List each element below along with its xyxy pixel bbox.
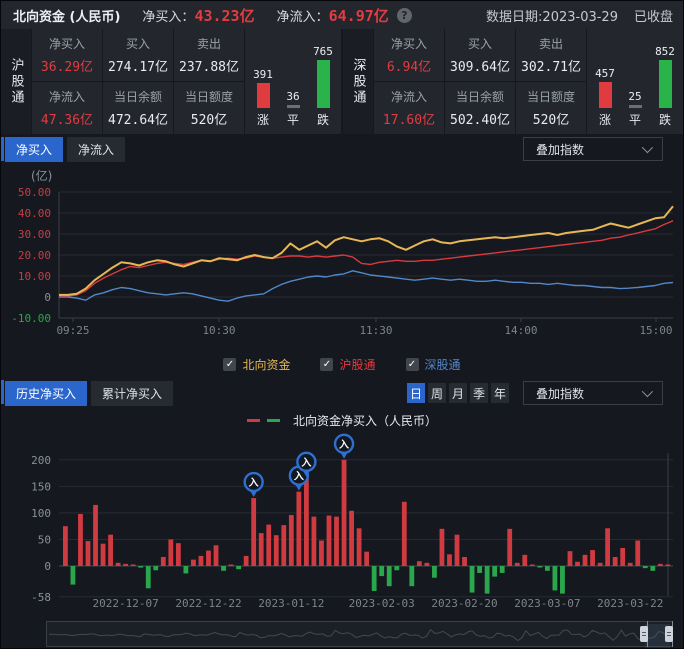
svg-text:2023-02-03: 2023-02-03 (349, 597, 415, 610)
tab-net-inflow[interactable]: 净流入 (67, 137, 125, 162)
intraday-line-chart[interactable]: (亿) 50.00 40.00 30.00 20.00 10.00 0 -10.00 09:25… (1, 164, 683, 351)
chevron-down-icon (642, 142, 653, 153)
legend-shanghai-connect[interactable]: ✓沪股通 (320, 356, 375, 373)
stat-cell: 当日额度520亿 (174, 82, 244, 134)
period-month-button[interactable]: 月 (449, 383, 467, 403)
advance-decline-bars: 391涨 36平 765跌 (245, 29, 341, 134)
down-bar: 765跌 (311, 45, 335, 128)
svg-text:11:30: 11:30 (359, 324, 392, 337)
panel-shanghai-label: 沪股通 (1, 29, 31, 134)
help-icon[interactable]: ? (397, 8, 412, 23)
legend-shenzhen-connect[interactable]: ✓深股通 (406, 356, 461, 373)
svg-text:入: 入 (301, 457, 311, 469)
navigator-track[interactable] (46, 621, 673, 647)
svg-text:100: 100 (31, 507, 51, 520)
up-bar: 391涨 (251, 68, 275, 128)
checkbox-checked-icon[interactable]: ✓ (223, 358, 236, 371)
red-dash-icon (247, 419, 260, 422)
svg-text:2023-02-20: 2023-02-20 (431, 597, 497, 610)
net-inflow-summary: 净流入：64.97亿 (277, 5, 389, 26)
stat-cell: 净买入36.29亿 (32, 29, 102, 81)
stat-cell: 净流入47.36亿 (32, 82, 102, 134)
tab-cumulative-net-buy[interactable]: 累计净买入 (91, 381, 173, 406)
stat-cell: 当日余额472.64亿 (103, 82, 173, 134)
accent-bar (1, 137, 4, 161)
svg-text:2023-03-07: 2023-03-07 (514, 597, 580, 610)
tab-history-net-buy[interactable]: 历史净买入 (5, 381, 87, 406)
stat-cell: 买入274.17亿 (103, 29, 173, 81)
top-bar: 北向资金 (人民币) 净买入：43.23亿 净流入：64.97亿 ? 数据日期:… (1, 1, 683, 29)
page-title: 北向资金 (人民币) (13, 6, 120, 25)
panel-shenzhen-label: 深股通 (343, 29, 373, 134)
stat-cell: 当日余额502.40亿 (445, 82, 515, 134)
svg-text:150: 150 (31, 480, 51, 493)
history-tab-row: 历史净买入 累计净买入 日 周 月 季 年 叠加指数 (1, 377, 683, 409)
net-buy-summary: 净买入：43.23亿 (142, 5, 254, 26)
svg-text:0: 0 (44, 560, 51, 573)
market-status: 已收盘 (634, 6, 673, 25)
svg-text:40.00: 40.00 (18, 207, 51, 220)
navigator-right-handle[interactable] (665, 626, 673, 642)
net-buy-value: 43.23亿 (194, 7, 254, 25)
checkbox-checked-icon[interactable]: ✓ (320, 358, 333, 371)
chevron-down-icon (642, 386, 653, 397)
flat-bar: 25平 (623, 90, 647, 128)
svg-text:09:25: 09:25 (56, 324, 89, 337)
connect-panels: 沪股通 净买入36.29亿 买入274.17亿 卖出237.88亿 净流入47.… (1, 29, 683, 134)
svg-text:入: 入 (294, 471, 304, 483)
flat-bar: 36平 (281, 90, 305, 128)
svg-text:2022-12-22: 2022-12-22 (175, 597, 241, 610)
svg-text:入: 入 (339, 439, 349, 451)
history-bar-chart[interactable]: 200 150 100 50 0 -58 2022-12-07 2022-12-22 2023-… (1, 431, 683, 619)
panel-shenzhen-connect: 深股通 净买入6.94亿 买入309.64亿 卖出302.71亿 净流入17.6… (343, 29, 683, 134)
down-bar: 852跌 (653, 45, 677, 128)
northbound-funds-app: 北向资金 (人民币) 净买入：43.23亿 净流入：64.97亿 ? 数据日期:… (0, 0, 684, 649)
stat-cell: 净买入6.94亿 (374, 29, 444, 81)
svg-text:2023-03-22: 2023-03-22 (597, 597, 663, 610)
svg-text:14:00: 14:00 (504, 324, 537, 337)
tab-net-buy[interactable]: 净买入 (5, 137, 63, 162)
history-legend: 北向资金净买入（人民币） (1, 409, 683, 431)
green-dash-icon (267, 419, 280, 422)
date-range-navigator (1, 619, 683, 649)
svg-text:30.00: 30.00 (18, 228, 51, 241)
svg-text:10:30: 10:30 (202, 324, 235, 337)
svg-text:200: 200 (31, 454, 51, 467)
overlay-index-dropdown[interactable]: 叠加指数 (523, 381, 663, 405)
svg-text:入: 入 (249, 477, 259, 489)
navigator-left-handle[interactable] (640, 626, 648, 642)
period-week-button[interactable]: 周 (428, 383, 446, 403)
period-year-button[interactable]: 年 (491, 383, 509, 403)
legend-north-funds[interactable]: ✓北向资金 (223, 356, 290, 373)
stat-cell: 卖出302.71亿 (516, 29, 586, 81)
svg-text:-58: -58 (31, 591, 51, 604)
overlay-index-dropdown[interactable]: 叠加指数 (523, 137, 663, 161)
svg-text:50: 50 (38, 533, 51, 546)
checkbox-checked-icon[interactable]: ✓ (406, 358, 419, 371)
stat-cell: 当日额度520亿 (516, 82, 586, 134)
svg-text:10.00: 10.00 (18, 270, 51, 283)
up-bar: 457涨 (593, 67, 617, 128)
svg-text:20.00: 20.00 (18, 249, 51, 262)
advance-decline-bars: 457涨 25平 852跌 (587, 29, 683, 134)
period-quarter-button[interactable]: 季 (470, 383, 488, 403)
net-inflow-value: 64.97亿 (329, 7, 389, 25)
history-legend-label: 北向资金净买入（人民币） (293, 412, 437, 429)
stat-cell: 净流入17.60亿 (374, 82, 444, 134)
intraday-legend: ✓北向资金 ✓沪股通 ✓深股通 (1, 351, 683, 377)
stat-cell: 卖出237.88亿 (174, 29, 244, 81)
intraday-tab-row: 净买入 净流入 叠加指数 (1, 134, 683, 164)
period-day-button[interactable]: 日 (407, 383, 425, 403)
svg-text:0: 0 (44, 291, 51, 304)
accent-bar (1, 380, 4, 404)
stat-cell: 买入309.64亿 (445, 29, 515, 81)
svg-text:2023-01-12: 2023-01-12 (258, 597, 324, 610)
svg-text:15:00: 15:00 (639, 324, 672, 337)
svg-text:-10.00: -10.00 (11, 312, 51, 325)
svg-text:50.00: 50.00 (18, 186, 51, 199)
svg-text:2022-12-07: 2022-12-07 (93, 597, 159, 610)
data-date: 数据日期:2023-03-29 (486, 6, 618, 25)
panel-shanghai-connect: 沪股通 净买入36.29亿 买入274.17亿 卖出237.88亿 净流入47.… (1, 29, 341, 134)
svg-text:(亿): (亿) (31, 168, 52, 183)
